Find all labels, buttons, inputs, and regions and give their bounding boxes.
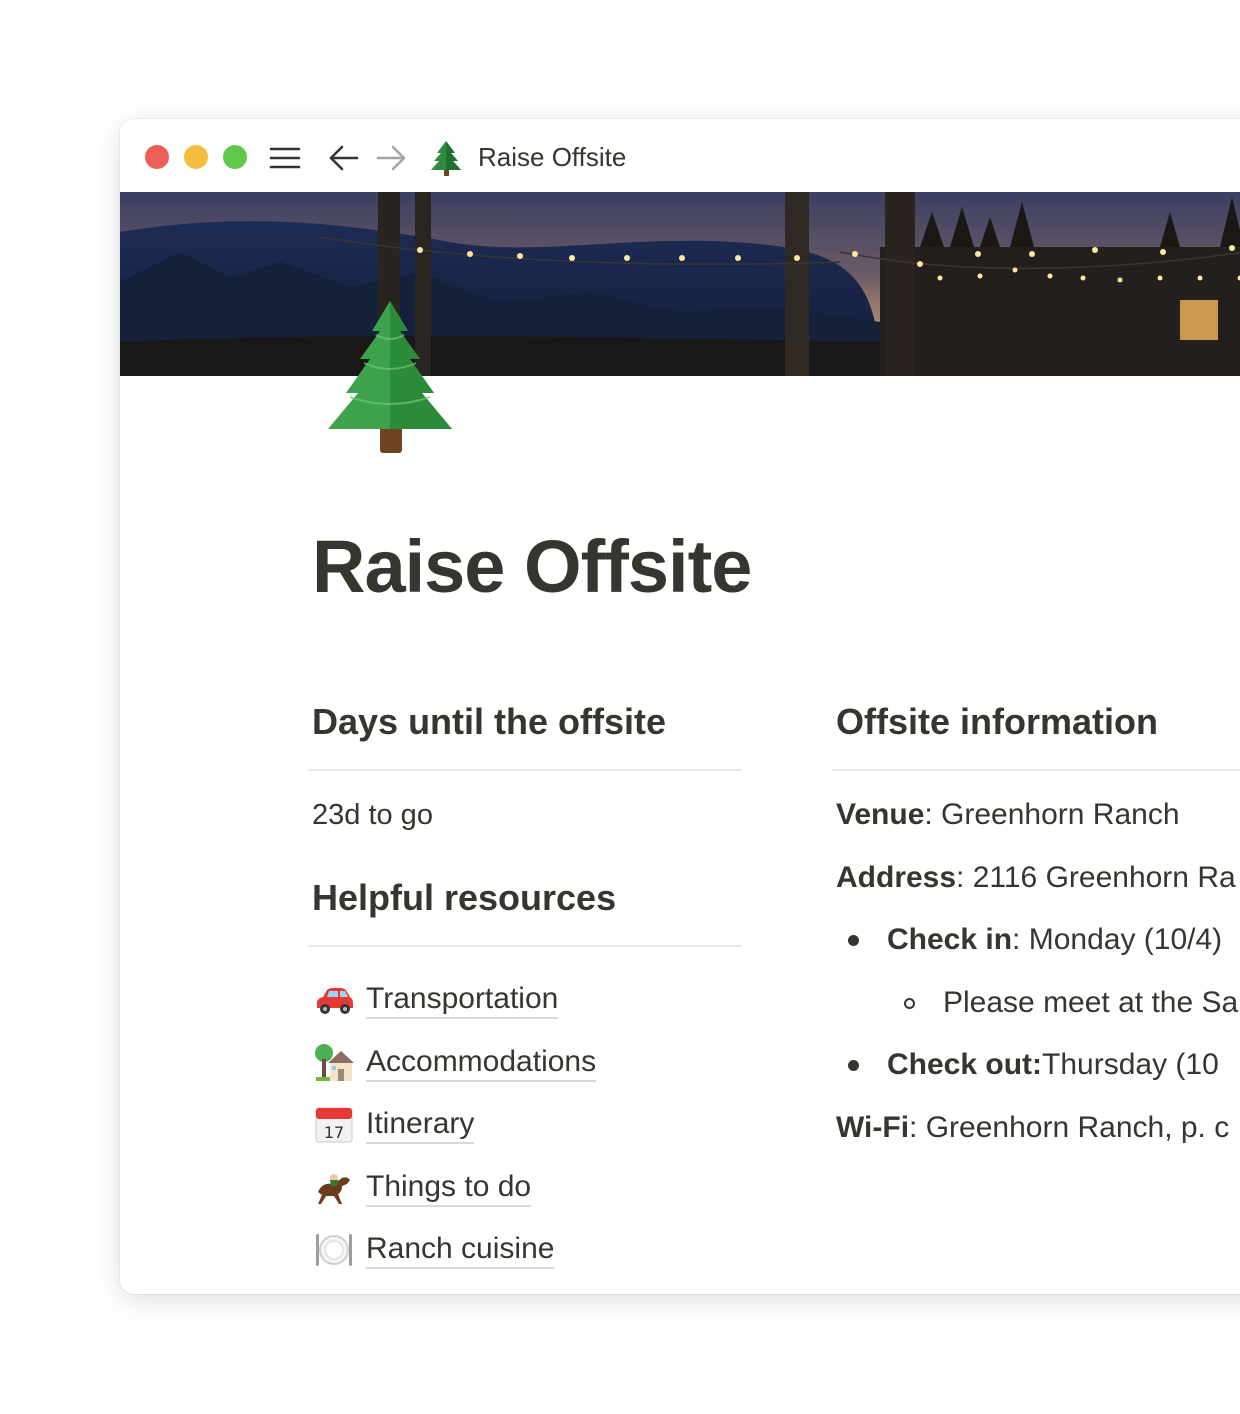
checkin-note: Please meet at the Sa bbox=[943, 985, 1239, 1019]
cover-image bbox=[120, 192, 1240, 376]
wifi-value: : Greenhorn Ranch, p. c bbox=[909, 1110, 1230, 1144]
countdown-text: 23d to go bbox=[312, 799, 433, 831]
checkout-label: Check out: bbox=[887, 1048, 1043, 1081]
link-things-to-do[interactable]: Things to do bbox=[308, 1157, 742, 1220]
link-label[interactable]: Itinerary bbox=[366, 1106, 475, 1145]
plate-with-cutlery-icon bbox=[312, 1228, 356, 1272]
hamburger-menu-icon[interactable] bbox=[268, 141, 302, 175]
resources-heading: Helpful resources bbox=[312, 877, 617, 918]
link-accommodations[interactable]: Accommodations bbox=[308, 1032, 742, 1095]
arrow-right-icon[interactable] bbox=[374, 141, 408, 175]
offsite-info: Venue: Greenhorn Ranch Address: 2116 Gre… bbox=[832, 797, 1240, 1172]
link-label[interactable]: Ranch cuisine bbox=[366, 1231, 555, 1270]
checkin-note-row: Please meet at the Sa bbox=[832, 985, 1240, 1048]
zoom-window-button[interactable] bbox=[223, 145, 247, 169]
link-label[interactable]: Accommodations bbox=[366, 1044, 597, 1082]
divider bbox=[308, 769, 742, 771]
address-value: : 2116 Greenhorn Ra bbox=[956, 860, 1236, 894]
arrow-left-icon[interactable] bbox=[327, 141, 361, 175]
circle-bullet-icon bbox=[904, 997, 915, 1009]
link-label[interactable]: Transportation bbox=[366, 981, 559, 1020]
checkin-row: Check in: Monday (10/4) bbox=[832, 922, 1240, 985]
close-window-button[interactable] bbox=[145, 145, 169, 169]
checkin-label: Check in bbox=[887, 923, 1013, 956]
venue-row: Venue: Greenhorn Ranch bbox=[832, 797, 1240, 860]
resource-links: Transportation Accommodations 17 Itinera… bbox=[308, 969, 742, 1282]
page-title[interactable]: Raise Offsite bbox=[312, 524, 752, 609]
venue-value: : Greenhorn Ranch bbox=[924, 798, 1180, 831]
link-itinerary[interactable]: 17 Itinerary bbox=[308, 1094, 742, 1157]
checkout-value: Thursday (10 bbox=[1042, 1048, 1219, 1081]
checkout-row: Check out: Thursday (10 bbox=[832, 1047, 1240, 1110]
car-icon bbox=[312, 978, 356, 1022]
link-transportation[interactable]: Transportation bbox=[308, 969, 742, 1032]
horse-racing-icon bbox=[312, 1166, 356, 1210]
title-bar: Raise Offsite bbox=[120, 119, 1240, 192]
wifi-row: Wi-Fi: Greenhorn Ranch, p. c bbox=[832, 1110, 1240, 1173]
svg-text:17: 17 bbox=[324, 1123, 344, 1142]
window-title: Raise Offsite bbox=[478, 142, 627, 172]
address-row: Address: 2116 Greenhorn Ra bbox=[832, 860, 1240, 923]
divider bbox=[832, 769, 1240, 771]
divider bbox=[308, 945, 742, 947]
house-with-garden-icon bbox=[312, 1041, 356, 1085]
days-heading: Days until the offsite bbox=[312, 701, 667, 742]
bullet-icon bbox=[848, 1060, 859, 1071]
calendar-icon: 17 bbox=[312, 1103, 356, 1147]
checkin-value: : Monday (10/4) bbox=[1012, 923, 1223, 956]
app-window: Raise Offsite Raise Offsite Days until t… bbox=[120, 119, 1240, 1294]
offsite-info-heading: Offsite information bbox=[836, 701, 1158, 742]
wifi-label: Wi-Fi bbox=[836, 1110, 910, 1144]
venue-label: Venue bbox=[836, 798, 925, 831]
minimize-window-button[interactable] bbox=[184, 145, 208, 169]
bullet-icon bbox=[848, 935, 859, 946]
address-label: Address bbox=[836, 860, 957, 894]
evergreen-tree-icon[interactable] bbox=[320, 297, 460, 457]
right-column: Offsite information Venue: Greenhorn Ran… bbox=[832, 689, 1240, 1172]
link-label[interactable]: Things to do bbox=[366, 1169, 532, 1207]
link-ranch-cuisine[interactable]: Ranch cuisine bbox=[308, 1219, 742, 1282]
left-column: Days until the offsite 23d to go Helpful… bbox=[308, 689, 742, 1282]
evergreen-tree-icon bbox=[428, 139, 464, 177]
